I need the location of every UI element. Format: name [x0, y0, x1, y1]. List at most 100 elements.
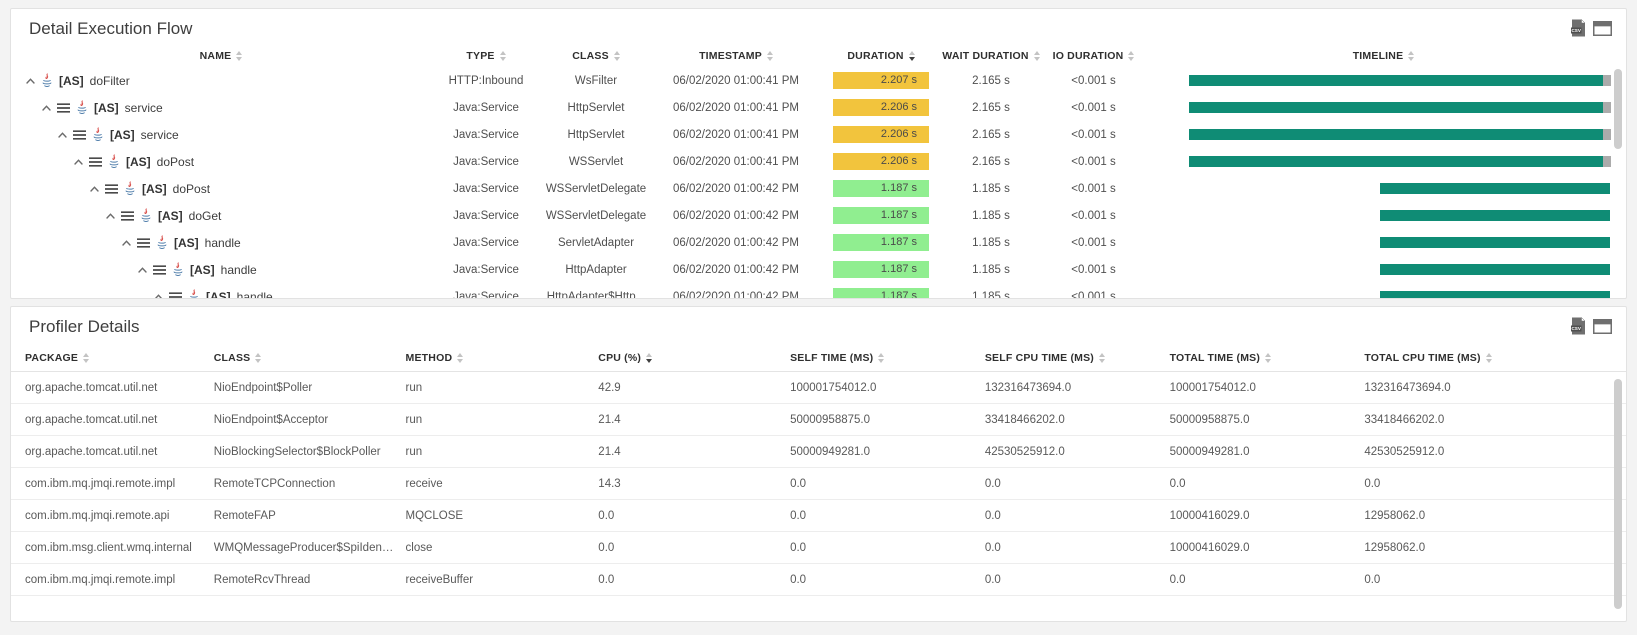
column-header-wait-duration[interactable]: WAIT DURATION	[941, 50, 1041, 62]
cell-name: [AS]doPost	[11, 154, 431, 169]
column-header-self-cpu-time-ms[interactable]: SELF CPU TIME (MS)	[985, 352, 1170, 364]
cell-cpu-percent: 42.9	[598, 382, 790, 394]
column-header-io-duration[interactable]: IO DURATION	[1041, 50, 1146, 62]
cell-total-time: 50000949281.0	[1170, 446, 1365, 458]
menu-icon[interactable]	[73, 130, 86, 140]
cell-name: [AS]doGet	[11, 208, 431, 223]
execution-flow-row[interactable]: [AS]handleJava:ServiceHttpAdapter06/02/2…	[11, 256, 1626, 283]
name-prefix: [AS]	[190, 263, 215, 277]
chevron-up-icon[interactable]	[122, 240, 131, 246]
cell-timeline	[1146, 229, 1621, 256]
table-row[interactable]: org.apache.tomcat.util.netNioEndpoint$Po…	[11, 372, 1626, 404]
execution-flow-row[interactable]: [AS]doPostJava:ServiceWSServlet06/02/202…	[11, 148, 1626, 175]
cell-timeline	[1146, 175, 1621, 202]
column-header-duration[interactable]: DURATION	[821, 50, 941, 62]
column-header-total-cpu-time-ms[interactable]: TOTAL CPU TIME (MS)	[1364, 352, 1626, 364]
timeline-bar-wait	[1603, 75, 1611, 86]
column-header-name[interactable]: NAME	[11, 50, 431, 62]
vertical-scrollbar[interactable]	[1614, 69, 1622, 149]
cell-type: Java:Service	[431, 183, 541, 195]
export-csv-button[interactable]: CSV	[1571, 317, 1586, 335]
chevron-up-icon[interactable]	[90, 186, 99, 192]
column-header-type[interactable]: TYPE	[431, 50, 541, 62]
table-row[interactable]: com.ibm.mq.jmqi.remote.implRemoteTCPConn…	[11, 468, 1626, 500]
menu-icon[interactable]	[137, 238, 150, 248]
table-row[interactable]: com.ibm.mq.jmqi.remote.apiRemoteFAPMQCLO…	[11, 500, 1626, 532]
duration-badge: 1.187 s	[833, 207, 929, 224]
menu-icon[interactable]	[57, 103, 70, 113]
execution-flow-header: NAMETYPECLASS TIMESTAMP DURATIONWAIT DURAT…	[11, 45, 1626, 67]
execution-flow-row[interactable]: [AS]doPostJava:ServiceWSServletDelegate0…	[11, 175, 1626, 202]
column-header-timestamp[interactable]: TIMESTAMP	[651, 50, 821, 62]
cell-package: com.ibm.mq.jmqi.remote.impl	[25, 478, 214, 490]
menu-icon[interactable]	[121, 211, 134, 221]
execution-flow-row[interactable]: [AS]handleJava:ServiceServletAdapter06/0…	[11, 229, 1626, 256]
vertical-scrollbar[interactable]	[1614, 379, 1622, 609]
execution-flow-row[interactable]: [AS]handleJava:ServiceHttpAdapter$Http..…	[11, 283, 1626, 298]
cell-self-time: 0.0	[790, 478, 985, 490]
cell-cpu-percent: 14.3	[598, 478, 790, 490]
table-row[interactable]: org.apache.tomcat.util.netNioEndpoint$Ac…	[11, 404, 1626, 436]
execution-flow-row[interactable]: [AS]serviceJava:ServiceHttpServlet06/02/…	[11, 121, 1626, 148]
cell-timeline	[1146, 283, 1621, 298]
open-in-window-button[interactable]	[1593, 319, 1612, 334]
column-header-cpu[interactable]: CPU (%)	[598, 352, 790, 364]
execution-flow-row[interactable]: [AS]doFilterHTTP:InboundWsFilter06/02/20…	[11, 67, 1626, 94]
sort-icon	[909, 51, 915, 61]
cell-package: com.ibm.mq.jmqi.remote.impl	[25, 574, 214, 586]
chevron-up-icon[interactable]	[26, 78, 35, 84]
cell-total-time: 0.0	[1170, 478, 1365, 490]
timeline-bar	[1189, 156, 1603, 167]
cell-timeline	[1146, 148, 1621, 175]
menu-icon[interactable]	[153, 265, 166, 275]
cell-cpu-percent: 0.0	[598, 510, 790, 522]
cell-class: WMQMessageProducer$SpiIdenti...	[214, 542, 406, 554]
menu-icon[interactable]	[89, 157, 102, 167]
column-header-package[interactable]: PACKAGE	[25, 352, 214, 364]
column-label: TIMESTAMP	[699, 50, 762, 62]
cell-class: HttpAdapter	[541, 264, 651, 276]
duration-badge: 2.207 s	[833, 72, 929, 89]
chevron-up-icon[interactable]	[138, 267, 147, 273]
cell-class: RemoteRcvThread	[214, 574, 406, 586]
table-row[interactable]: com.ibm.msg.client.wmq.internalWMQMessag…	[11, 532, 1626, 564]
cell-io-duration: <0.001 s	[1041, 237, 1146, 249]
table-row[interactable]: org.apache.tomcat.util.netNioBlockingSel…	[11, 436, 1626, 468]
menu-icon[interactable]	[169, 292, 182, 299]
cell-class: WsFilter	[541, 75, 651, 87]
cell-name: [AS]handle	[11, 289, 431, 298]
name-prefix: [AS]	[94, 101, 119, 115]
column-header-class[interactable]: CLASS	[214, 352, 406, 364]
cell-wait-duration: 1.185 s	[941, 264, 1041, 276]
execution-flow-row[interactable]: [AS]serviceJava:ServiceHttpServlet06/02/…	[11, 94, 1626, 121]
cell-timestamp: 06/02/2020 01:00:41 PM	[651, 75, 821, 87]
cell-method: run	[406, 382, 599, 394]
name-prefix: [AS]	[110, 128, 135, 142]
chevron-up-icon[interactable]	[74, 159, 83, 165]
export-csv-button[interactable]: CSV	[1571, 19, 1586, 37]
column-label: TOTAL CPU TIME (MS)	[1364, 352, 1480, 364]
cell-duration: 2.207 s	[821, 72, 941, 89]
execution-flow-row[interactable]: [AS]doGetJava:ServiceWSServletDelegate06…	[11, 202, 1626, 229]
sort-icon	[457, 353, 463, 363]
chevron-up-icon[interactable]	[154, 294, 163, 299]
name-label: doFilter	[90, 74, 130, 88]
table-row[interactable]: com.ibm.mq.jmqi.remote.implRemoteRcvThre…	[11, 564, 1626, 596]
cell-type: Java:Service	[431, 291, 541, 299]
column-header-method[interactable]: METHOD	[406, 352, 599, 364]
name-label: handle	[237, 290, 273, 299]
open-in-window-button[interactable]	[1593, 21, 1612, 36]
column-label: TIMELINE	[1353, 50, 1404, 62]
menu-icon[interactable]	[105, 184, 118, 194]
cell-class: RemoteFAP	[214, 510, 406, 522]
chevron-up-icon[interactable]	[42, 105, 51, 111]
cell-io-duration: <0.001 s	[1041, 264, 1146, 276]
column-header-total-time-ms[interactable]: TOTAL TIME (MS)	[1170, 352, 1365, 364]
column-header-class[interactable]: CLASS	[541, 50, 651, 62]
column-label: SELF TIME (MS)	[790, 352, 873, 364]
column-header-self-time-ms[interactable]: SELF TIME (MS)	[790, 352, 985, 364]
sort-icon	[1034, 51, 1040, 61]
chevron-up-icon[interactable]	[106, 213, 115, 219]
chevron-up-icon[interactable]	[58, 132, 67, 138]
column-header-timeline[interactable]: TIMELINE	[1146, 50, 1621, 62]
